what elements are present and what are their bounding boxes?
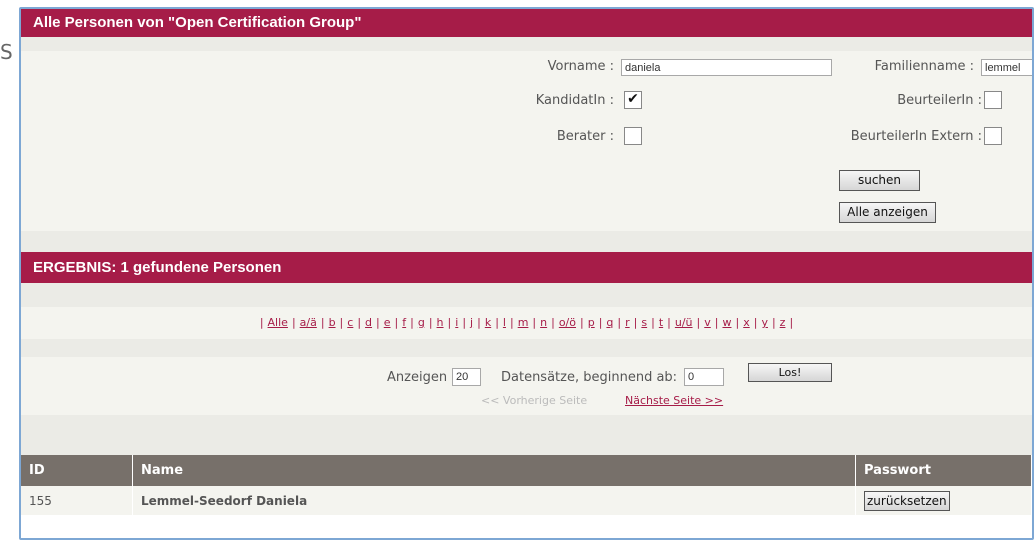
spacer-band (21, 37, 1032, 51)
alphabet-separator: | (753, 316, 758, 329)
alphabet-link[interactable]: r (625, 316, 630, 329)
alphabet-separator: | (667, 316, 671, 329)
berater-checkbox[interactable] (624, 127, 642, 145)
table-row: 155 Lemmel-Seedorf Daniela zurücksetzen (21, 486, 1032, 515)
alphabet-separator: | (428, 316, 433, 329)
alphabet-separator: | (320, 316, 325, 329)
alphabet-separator: | (771, 316, 776, 329)
alphabet-separator: | (462, 316, 467, 329)
spacer-band (21, 415, 1032, 455)
alphabet-link[interactable]: e (384, 316, 391, 329)
alphabet-separator: | (291, 316, 296, 329)
alphabet-separator: | (357, 316, 362, 329)
alphabet-separator: | (696, 316, 701, 329)
next-page-link[interactable]: Nächste Seite >> (625, 394, 723, 407)
familienname-input[interactable] (981, 59, 1032, 76)
datensaetze-label: Datensätze, beginnend ab: (501, 370, 678, 385)
alphabet-link[interactable]: g (418, 316, 425, 329)
spacer-band (21, 283, 1032, 307)
alphabet-link[interactable]: k (485, 316, 491, 329)
los-button[interactable]: Los! (748, 363, 832, 382)
alphabet-link[interactable]: n (540, 316, 547, 329)
alphabet-link[interactable]: h (437, 316, 444, 329)
beurteiler-checkbox[interactable] (984, 91, 1002, 109)
alphabet-link[interactable]: u/ü (675, 316, 693, 329)
alphabet-link[interactable]: f (402, 316, 406, 329)
alphabet-separator: | (580, 316, 584, 329)
kandidat-checkbox[interactable]: ✔ (624, 91, 642, 109)
alphabet-link[interactable]: y (761, 316, 768, 329)
anzeigen-label: Anzeigen (387, 370, 448, 385)
results-table: ID Name Passwort 155 Lemmel-Seedorf Dani… (21, 455, 1032, 515)
alphabet-separator: | (410, 316, 414, 329)
password-cell: zurücksetzen (855, 486, 1032, 515)
familienname-label: Familienname : (874, 59, 974, 74)
id-column-header: ID (21, 455, 133, 486)
alphabet-link[interactable]: p (588, 316, 595, 329)
spacer-band (21, 339, 1032, 357)
alphabet-link[interactable]: l (503, 316, 506, 329)
beurteiler-extern-label: BeurteilerIn Extern : (850, 129, 982, 144)
alphabet-link[interactable]: i (455, 316, 458, 329)
alphabet-separator: | (598, 316, 603, 329)
alphabet-separator: | (477, 316, 481, 329)
alphabet-link[interactable]: s (641, 316, 647, 329)
result-title: ERGEBNIS: 1 gefundene Personen (21, 252, 1032, 283)
anzeigen-input[interactable] (452, 368, 481, 386)
passwort-column-header: Passwort (855, 455, 1032, 486)
paging-controls: Anzeigen Datensätze, beginnend ab: Los! … (21, 357, 1032, 415)
alphabet-link[interactable]: q (606, 316, 613, 329)
previous-page-link: << Vorherige Seite (481, 394, 588, 407)
alphabet-separator: | (617, 316, 622, 329)
suchen-button[interactable]: suchen (839, 170, 920, 191)
alphabet-link[interactable]: Alle (268, 316, 288, 329)
alphabet-link[interactable]: b (329, 316, 336, 329)
alphabet-separator: | (495, 316, 499, 329)
berater-label: Berater : (556, 129, 614, 144)
person-id: 155 (21, 486, 133, 515)
alphabet-separator: | (551, 316, 555, 329)
alphabet-link[interactable]: m (518, 316, 529, 329)
alphabet-separator: | (259, 316, 264, 329)
alphabet-link[interactable]: t (659, 316, 663, 329)
persons-panel: Alle Personen von "Open Certification Gr… (19, 7, 1034, 540)
alphabet-separator: | (735, 316, 740, 329)
alphabet-link[interactable]: x (743, 316, 750, 329)
vorname-label: Vorname : (547, 59, 614, 74)
alphabet-link[interactable]: v (704, 316, 711, 329)
person-name: Lemmel-Seedorf Daniela (132, 486, 856, 515)
beurteiler-extern-checkbox[interactable] (984, 127, 1002, 145)
alphabet-filter: | Alle | a/ä | b | c | d | e | f | g | h | i | j | k | l | m | n | o/ö |… (21, 307, 1032, 339)
alphabet-separator: | (509, 316, 514, 329)
alphabet-link[interactable]: j (470, 316, 473, 329)
alle-anzeigen-button[interactable]: Alle anzeigen (839, 202, 936, 223)
alphabet-separator: | (339, 316, 344, 329)
alphabet-separator: | (532, 316, 537, 329)
alphabet-link[interactable]: a/ä (300, 316, 317, 329)
search-form: Vorname : Familienname : KandidatIn : ✔ … (21, 51, 1032, 231)
stray-text: S (0, 40, 13, 64)
spacer-band (21, 231, 1032, 252)
alphabet-separator: | (394, 316, 399, 329)
reset-password-button[interactable]: zurücksetzen (864, 490, 950, 511)
alphabet-link[interactable]: c (347, 316, 353, 329)
kandidat-label: KandidatIn : (535, 93, 614, 108)
alphabet-separator: | (633, 316, 638, 329)
beurteiler-label: BeurteilerIn : (897, 93, 982, 108)
alphabet-link[interactable]: d (365, 316, 372, 329)
vorname-input[interactable] (621, 59, 832, 76)
alphabet-link[interactable]: z (780, 316, 786, 329)
alphabet-link[interactable]: o/ö (559, 316, 576, 329)
alphabet-separator: | (714, 316, 719, 329)
name-column-header: Name (132, 455, 856, 486)
alphabet-link[interactable]: w (722, 316, 731, 329)
alphabet-separator: | (651, 316, 655, 329)
panel-title: Alle Personen von "Open Certification Gr… (21, 9, 1032, 37)
alphabet-separator: | (376, 316, 380, 329)
alphabet-separator: | (789, 316, 794, 329)
table-header-row: ID Name Passwort (21, 455, 1032, 486)
start-input[interactable] (684, 368, 724, 386)
alphabet-separator: | (447, 316, 452, 329)
